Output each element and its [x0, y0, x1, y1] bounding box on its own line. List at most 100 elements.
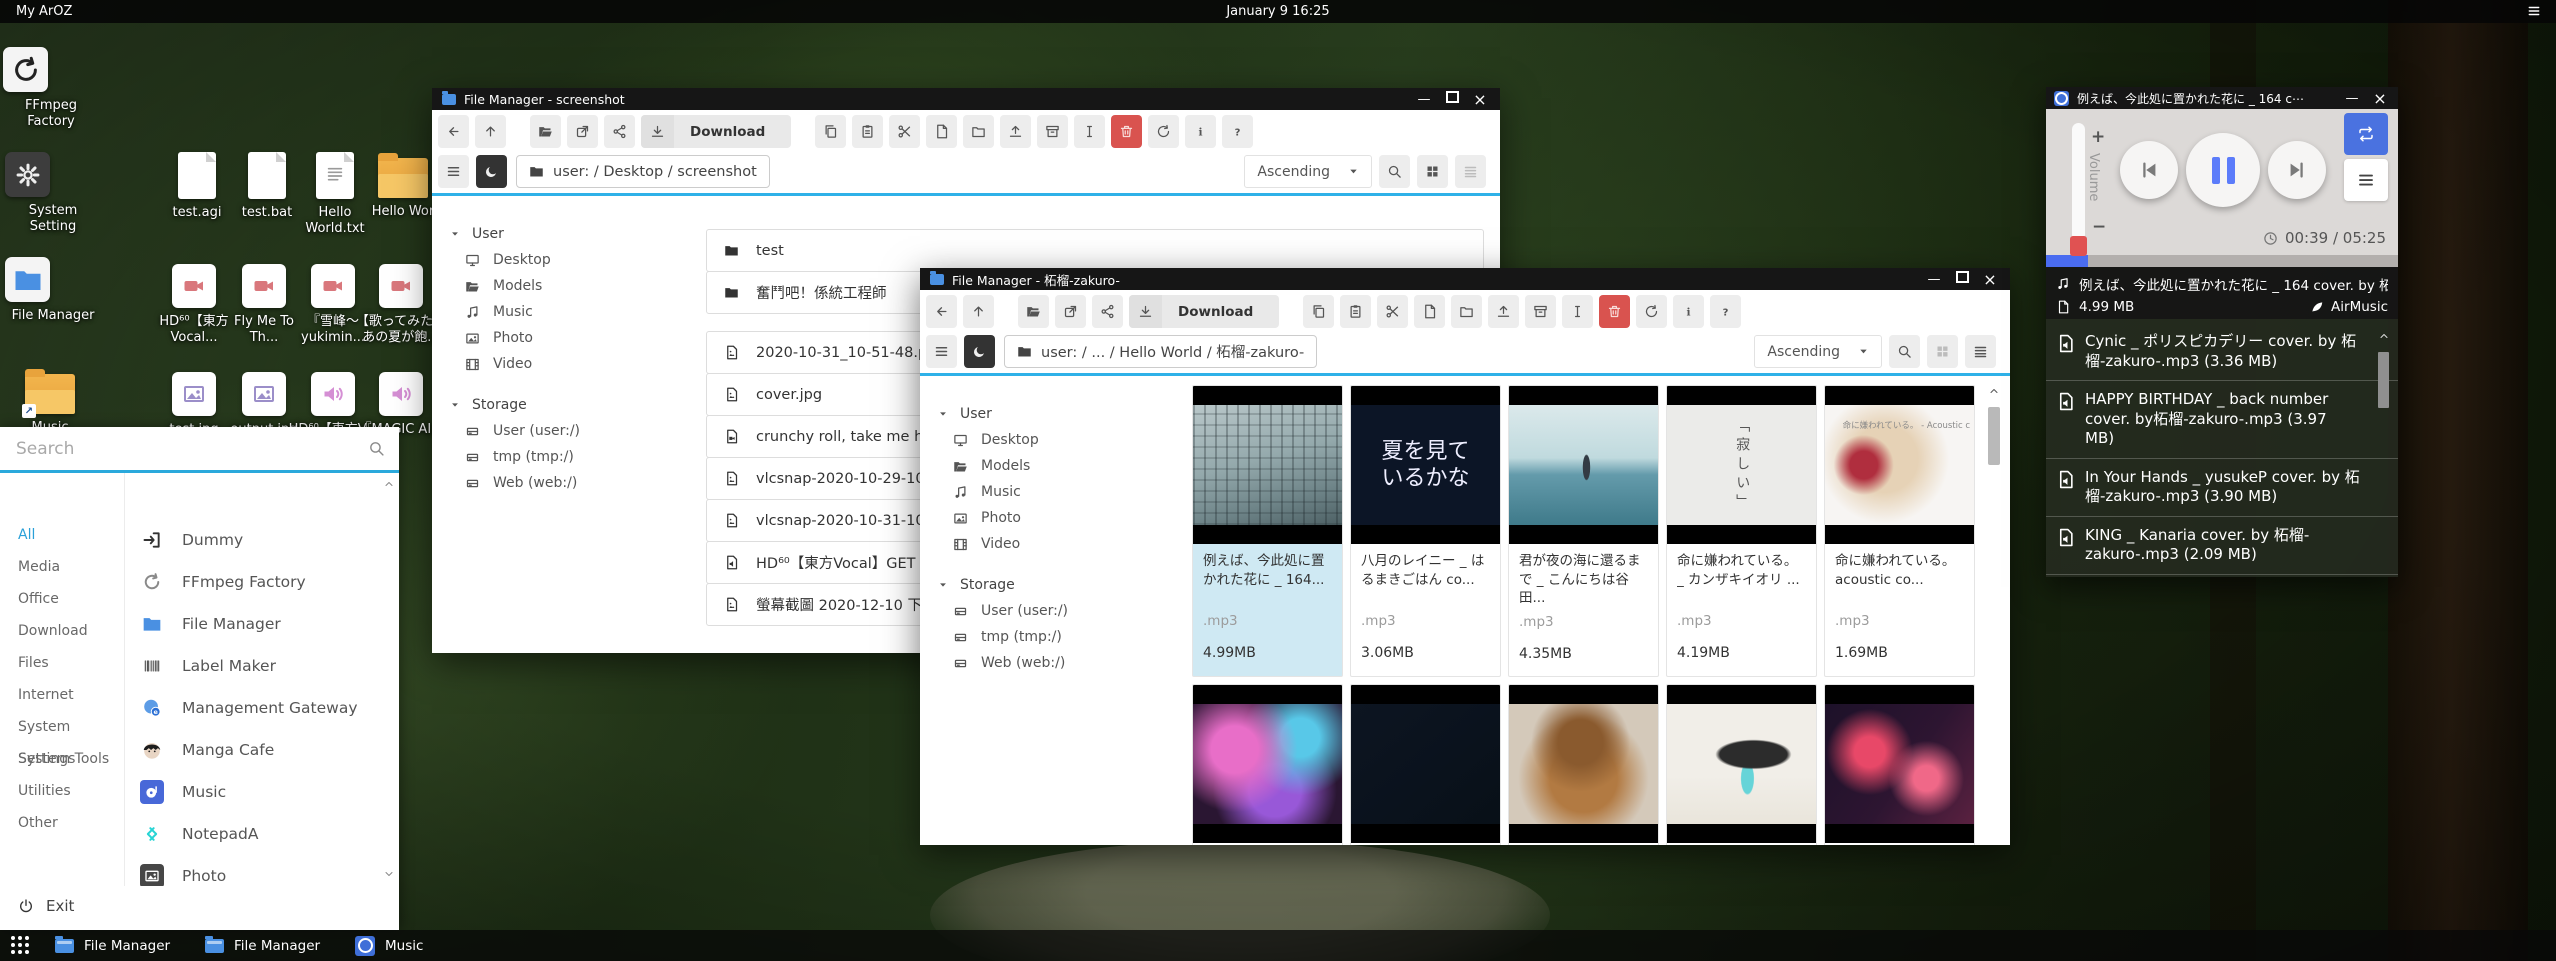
volume-slider[interactable] [2072, 123, 2085, 241]
back-button[interactable] [438, 115, 469, 148]
category-item-system-tools[interactable]: System Tools [0, 743, 124, 775]
dark-mode-button[interactable] [476, 155, 507, 188]
search-button[interactable] [1889, 335, 1920, 368]
category-item-utilities[interactable]: Utilities [0, 775, 124, 807]
open-new-window-button[interactable] [1055, 295, 1086, 328]
scrollbar[interactable] [1986, 382, 2002, 838]
next-track-button[interactable] [2268, 141, 2326, 199]
sidebar-item-useruser[interactable]: User (user:/) [450, 418, 700, 444]
minimize-button[interactable]: — [2342, 91, 2362, 106]
refresh-button[interactable] [1148, 115, 1179, 148]
scroll-up-icon[interactable] [383, 475, 395, 494]
playlist-item[interactable]: HAPPY BIRTHDAY _ back number cover. by柘榴… [2046, 381, 2398, 459]
grid-view-button[interactable] [1927, 335, 1958, 368]
sidebar-item-photo[interactable]: Photo [938, 505, 1188, 531]
desktop-icon[interactable]: FFmpeg Factory [3, 47, 99, 131]
repeat-button[interactable] [2344, 113, 2388, 155]
sidebar-item-useruser[interactable]: User (user:/) [938, 598, 1188, 624]
sidebar-toggle-button[interactable] [438, 155, 469, 188]
category-item-files[interactable]: Files [0, 647, 124, 679]
pause-button[interactable] [2186, 133, 2260, 207]
player-titlebar[interactable]: 例えば、今此処に置かれた花に _ 164 c⋯ — × [2046, 87, 2398, 109]
maximize-button[interactable] [1952, 271, 1972, 287]
close-button[interactable]: × [2370, 89, 2390, 108]
breadcrumb[interactable]: user: / ... / Hello World / 柘榴-zakuro- [1004, 335, 1317, 368]
upload-button[interactable] [1488, 295, 1519, 328]
upload-button[interactable] [1000, 115, 1031, 148]
search-icon[interactable] [368, 440, 385, 457]
close-button[interactable]: × [1980, 270, 2000, 289]
grid-view-button[interactable] [1417, 155, 1448, 188]
music-file-tile[interactable]: 君が夜の海に還るまで _ こんにちは谷田....mp34.35MB [1508, 385, 1659, 677]
breadcrumb[interactable]: user: / Desktop / screenshot [516, 155, 770, 188]
share-button[interactable] [604, 115, 635, 148]
list-view-button[interactable] [1965, 335, 1996, 368]
file-row[interactable]: test [706, 229, 1484, 272]
open-button[interactable] [530, 115, 561, 148]
app-item-manga[interactable]: Manga Cafe [125, 729, 399, 771]
category-item-other[interactable]: Other [0, 807, 124, 839]
scrollbar-thumb[interactable] [1988, 407, 2000, 465]
properties-button[interactable]: i [1185, 115, 1216, 148]
new-folder-button[interactable] [1451, 295, 1482, 328]
share-button[interactable] [1092, 295, 1123, 328]
volume-up-icon[interactable]: + [2091, 127, 2105, 147]
category-item-all[interactable]: All [0, 519, 124, 551]
sidebar-item-video[interactable]: Video [450, 351, 700, 377]
sidebar-item-music[interactable]: Music [450, 299, 700, 325]
music-file-tile[interactable]: 命に嫌われている。 - Acoustic c命に嫌われている。 acoustic… [1824, 385, 1975, 677]
music-file-tile[interactable]: 夢と葉桜 _ 青木月 [1508, 684, 1659, 845]
scroll-down-icon[interactable] [383, 865, 395, 884]
sort-order-dropdown[interactable]: Ascending [1244, 155, 1372, 188]
sidebar-item-desktop[interactable]: Desktop [450, 247, 700, 273]
sidebar-toggle-button[interactable] [926, 335, 957, 368]
rename-button[interactable] [1074, 115, 1105, 148]
list-view-button[interactable] [1455, 155, 1486, 188]
taskbar-item-file-manager[interactable]: File Manager [197, 930, 328, 961]
category-item-system-settings[interactable]: System Settings [0, 711, 124, 743]
app-item-labelmaker[interactable]: Label Maker [125, 645, 399, 687]
app-item-gateway[interactable]: eManagement Gateway [125, 687, 399, 729]
playlist-item[interactable]: In Your Hands _ yusukeP cover. by 柘榴-zak… [2046, 459, 2398, 517]
app-item-ffmpeg[interactable]: FFmpeg Factory [125, 561, 399, 603]
archive-button[interactable] [1037, 115, 1068, 148]
app-item-notepada[interactable]: NotepadA [125, 813, 399, 855]
help-button[interactable]: ? [1222, 115, 1253, 148]
volume-down-icon[interactable]: − [2092, 217, 2106, 237]
progress-bar[interactable] [2046, 255, 2398, 267]
sidebar-group-user[interactable]: User [450, 220, 700, 247]
music-player-window[interactable]: 例えば、今此処に置かれた花に _ 164 c⋯ — × + Volume − [2046, 87, 2398, 577]
playlist-scrollbar[interactable] [2378, 327, 2392, 408]
maximize-button[interactable] [1442, 91, 1462, 107]
app-grid-icon[interactable] [11, 936, 29, 954]
download-button[interactable]: Download [1129, 295, 1279, 328]
taskbar-item-file-manager[interactable]: File Manager [47, 930, 178, 961]
up-button[interactable] [963, 295, 994, 328]
desktop-icon[interactable]: File Manager [5, 257, 101, 324]
sidebar-item-tmptmp[interactable]: tmp (tmp:/) [450, 444, 700, 470]
paste-button[interactable] [852, 115, 883, 148]
playlist-menu-button[interactable] [2344, 159, 2388, 201]
delete-button[interactable] [1599, 295, 1630, 328]
open-button[interactable] [1018, 295, 1049, 328]
playlist-item[interactable]: Cynic _ ポリスピカデリー cover. by 柘榴-zakuro-.mp… [2046, 323, 2398, 381]
sidebar-item-music[interactable]: Music [938, 479, 1188, 505]
copy-button[interactable] [1303, 295, 1334, 328]
sidebar-group-storage[interactable]: Storage [450, 391, 700, 418]
taskbar-item-music[interactable]: Music [347, 930, 431, 961]
desktop-icon[interactable]: System Setting [5, 152, 101, 236]
scrollbar-thumb[interactable] [2378, 352, 2389, 408]
properties-button[interactable]: i [1673, 295, 1704, 328]
back-button[interactable] [926, 295, 957, 328]
window-titlebar[interactable]: File Manager - 柘榴-zakuro-—× [920, 268, 2010, 290]
category-item-media[interactable]: Media [0, 551, 124, 583]
music-file-tile[interactable]: 妄想感傷代償連盟 [1666, 684, 1817, 845]
previous-track-button[interactable] [2120, 141, 2178, 199]
sidebar-item-models[interactable]: Models [938, 453, 1188, 479]
cut-button[interactable] [1377, 295, 1408, 328]
app-item-photoapp[interactable]: Photo [125, 855, 399, 886]
exit-button[interactable]: Exit [0, 886, 399, 926]
up-button[interactable] [475, 115, 506, 148]
cut-button[interactable] [889, 115, 920, 148]
app-item-dummy[interactable]: Dummy [125, 519, 399, 561]
